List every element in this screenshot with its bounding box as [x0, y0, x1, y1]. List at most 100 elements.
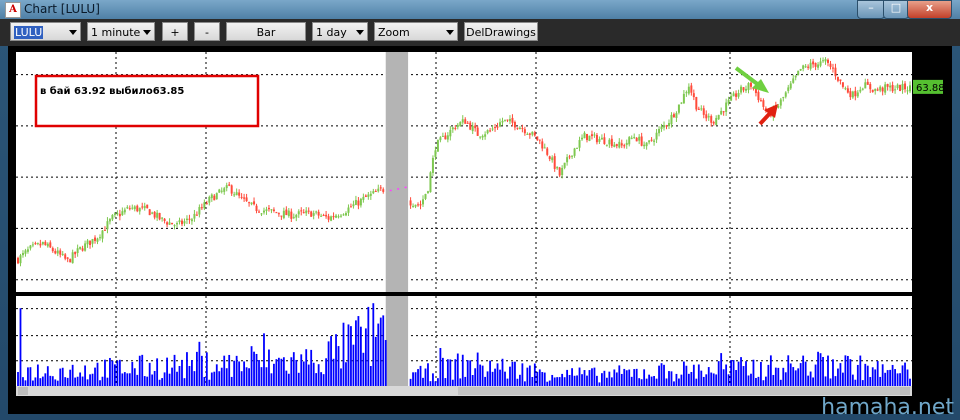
- volume-bar: [143, 376, 146, 386]
- volume-bar: [235, 355, 238, 386]
- scroll-right-button[interactable]: [900, 387, 910, 395]
- candle-body: [561, 167, 564, 176]
- volume-bar: [583, 370, 586, 386]
- candle-body: [869, 84, 872, 90]
- volume-bar: [635, 368, 638, 386]
- zoom-dropdown[interactable]: Zoom: [374, 22, 458, 41]
- volume-bar: [774, 367, 777, 386]
- volume-bar: [310, 349, 313, 386]
- volume-bar: [248, 368, 250, 386]
- session-gap-shade-volume: [385, 296, 409, 386]
- candle-body: [441, 135, 444, 137]
- volume-bar: [357, 316, 360, 386]
- candle-body: [864, 82, 867, 89]
- candle-body: [255, 205, 258, 211]
- volume-bar: [886, 370, 889, 386]
- range-dropdown[interactable]: 1 day: [312, 22, 368, 41]
- chart-area[interactable]: 64.00 63.50 63.00 62.50 62.00 63.88 в бай 63…: [8, 46, 952, 414]
- candle-body: [71, 252, 74, 264]
- candle-body: [849, 91, 852, 98]
- volume-bar: [106, 377, 109, 386]
- price-chart[interactable]: 64.0063.5063.0062.5062.00 63.88 в бай 63…: [8, 46, 952, 414]
- close-button[interactable]: x: [907, 0, 952, 19]
- zoom-in-button[interactable]: +: [162, 22, 188, 41]
- annotation-box[interactable]: в бай 63.92 выбило63.85: [34, 74, 260, 128]
- volume-bar: [827, 355, 829, 386]
- volume-bar: [131, 361, 134, 386]
- candle-body: [682, 93, 685, 104]
- candle-body: [503, 119, 506, 121]
- volume-bar: [188, 365, 191, 386]
- maximize-button[interactable]: □: [883, 0, 909, 19]
- candle-body: [280, 215, 283, 217]
- volume-bar: [484, 376, 487, 386]
- interval-dropdown[interactable]: 1 minute: [87, 22, 155, 41]
- volume-bar: [633, 369, 636, 386]
- volume-bar: [648, 374, 651, 386]
- candle-body: [489, 130, 492, 132]
- volume-bar: [337, 346, 340, 386]
- candle-body: [859, 89, 862, 92]
- volume-bar: [439, 347, 442, 386]
- volume-bar: [307, 364, 310, 386]
- candle-body: [459, 121, 462, 127]
- candle-body: [151, 212, 154, 214]
- candle-body: [218, 189, 221, 193]
- volume-bar: [101, 376, 104, 386]
- volume-bar: [367, 306, 370, 386]
- candle-body: [26, 249, 29, 252]
- candle-body: [193, 213, 196, 219]
- zoom-out-button[interactable]: -: [194, 22, 220, 41]
- candle-body: [121, 211, 124, 216]
- volume-bar: [789, 363, 792, 386]
- volume-bar: [523, 381, 526, 386]
- candle-body: [101, 230, 104, 239]
- volume-bar: [138, 355, 141, 386]
- candle-body: [486, 130, 489, 134]
- volume-bar: [218, 371, 221, 386]
- candle-body: [909, 85, 911, 92]
- candle-body: [429, 172, 432, 193]
- volume-bar: [909, 378, 911, 386]
- minimize-button[interactable]: –: [857, 0, 885, 19]
- candle-body: [861, 88, 864, 90]
- volume-bar: [186, 352, 188, 386]
- candle-body: [588, 135, 591, 141]
- volume-bar: [39, 378, 42, 386]
- volume-bar: [553, 377, 556, 386]
- volume-bar: [680, 374, 683, 386]
- volume-bar: [593, 367, 596, 386]
- scroll-thumb[interactable]: [458, 387, 900, 395]
- volume-bar: [849, 359, 852, 386]
- volume-bar: [151, 374, 154, 386]
- symbol-dropdown[interactable]: LULU: [10, 22, 81, 41]
- volume-bar: [750, 373, 752, 386]
- candle-body: [133, 206, 136, 210]
- title-bar[interactable]: A Chart [LULU] – □ x: [0, 0, 960, 19]
- del-drawings-button[interactable]: DelDrawings: [464, 22, 538, 41]
- volume-bar: [695, 378, 698, 386]
- volume-bar: [822, 356, 824, 386]
- volume-bar: [181, 359, 183, 386]
- volume-bar: [146, 376, 149, 386]
- bar-type-button[interactable]: Bar: [226, 22, 306, 41]
- candle-body: [285, 209, 288, 216]
- candle-body: [904, 83, 907, 90]
- volume-bar: [208, 379, 211, 386]
- candle-body: [118, 213, 121, 217]
- candle-body: [732, 93, 735, 97]
- candle-body: [195, 214, 198, 216]
- volume-bar: [839, 363, 842, 386]
- volume-bar: [220, 367, 223, 386]
- candle-body: [464, 119, 467, 124]
- candle-body: [51, 248, 54, 252]
- candle-body: [747, 83, 750, 91]
- volume-bar: [414, 372, 417, 386]
- volume-bar: [255, 353, 258, 386]
- scroll-left-button[interactable]: [18, 387, 28, 395]
- candle-body: [523, 129, 526, 134]
- candle-body: [759, 100, 762, 102]
- volume-bar: [541, 372, 544, 386]
- volume-bar: [268, 349, 270, 386]
- candle-body: [476, 127, 479, 136]
